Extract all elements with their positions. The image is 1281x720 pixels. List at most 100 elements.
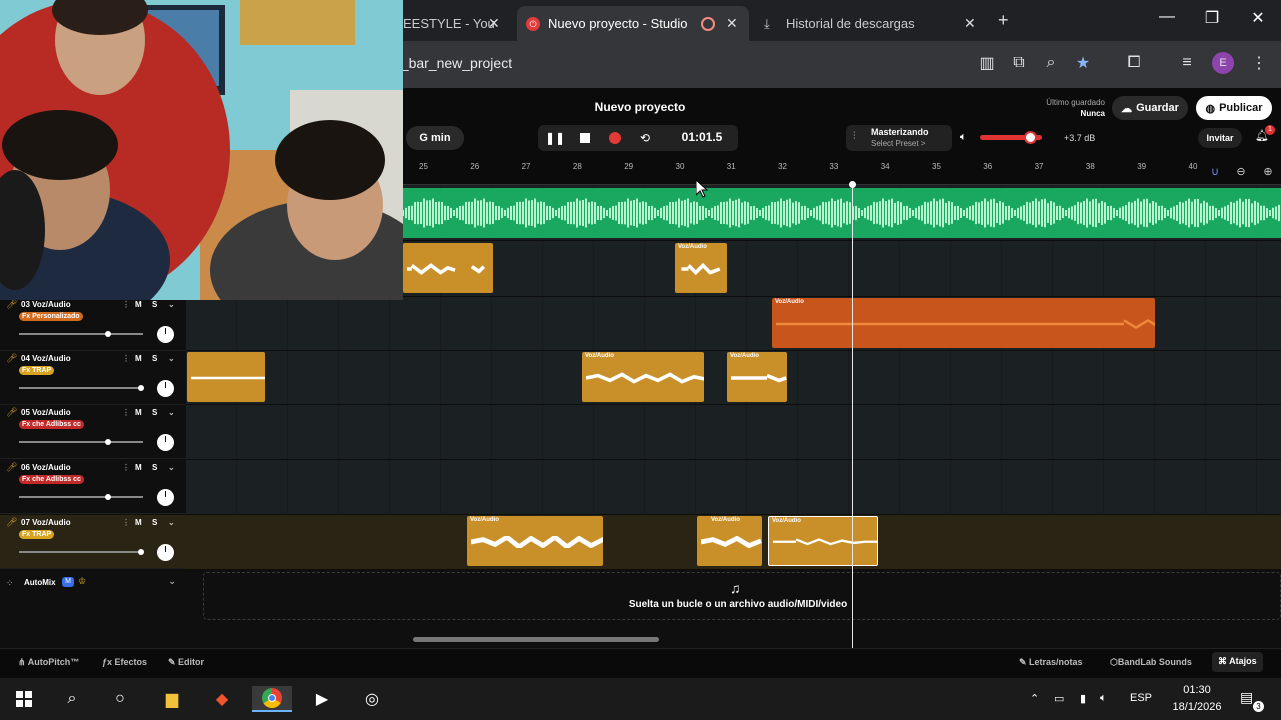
extensions-icon[interactable]: ⧠	[1123, 52, 1145, 74]
track-lane-06[interactable]	[186, 460, 1281, 515]
zoom-out-icon[interactable]: ⊖	[1233, 165, 1249, 181]
network-icon[interactable]: ▭	[1054, 692, 1064, 705]
fx-preset-badge[interactable]: Fx Personalizado	[19, 312, 83, 321]
track-header[interactable]: 🎤︎ 06 Voz/Audio ⋮ M S ⌄ Fx che Adlibss cc	[0, 460, 186, 514]
magnet-icon[interactable]: ∪	[1207, 165, 1223, 181]
track-header[interactable]: 🎤︎ 03 Voz/Audio ⋮ M S ⌄ Fx Personalizado	[0, 297, 186, 351]
lyrics-button[interactable]: ✎ Letras/notas	[1019, 657, 1083, 668]
selected-audio-clip[interactable]: Voz/Audio	[768, 516, 878, 566]
chevron-down-icon[interactable]: ⌄	[168, 518, 175, 527]
cast-icon[interactable]: ⧉	[1008, 52, 1030, 74]
chevron-up-icon[interactable]: ⌃	[1030, 692, 1039, 705]
track-volume-handle[interactable]	[105, 494, 111, 500]
shortcuts-button[interactable]: ⌘ Atajos	[1212, 652, 1263, 672]
track-volume-handle[interactable]	[138, 549, 144, 555]
chevron-down-icon[interactable]: ⌄	[168, 408, 175, 417]
loop-icon[interactable]: ⟲	[637, 130, 653, 146]
profile-avatar[interactable]: E	[1212, 52, 1234, 74]
audio-clip[interactable]: Voz/Audio	[772, 298, 1155, 348]
track-header[interactable]: 🎤︎ 05 Voz/Audio ⋮ M S ⌄ Fx che Adlibss cc	[0, 405, 186, 459]
record-icon[interactable]	[607, 130, 623, 146]
chevron-down-icon[interactable]: ⌄	[168, 354, 175, 363]
language-indicator[interactable]: ESP	[1130, 692, 1152, 704]
save-button[interactable]: ☁ Guardar	[1112, 96, 1188, 120]
track-header[interactable]: 🎤︎ 04 Voz/Audio ⋮ M S ⌄ Fx TRAP	[0, 351, 186, 405]
audio-clip[interactable]: Voz/Audio	[697, 516, 762, 566]
master-volume-handle[interactable]	[1024, 131, 1037, 144]
address-bar[interactable]: p_bar_new_project	[393, 48, 953, 78]
mute-button[interactable]: M	[135, 518, 142, 527]
track-volume-handle[interactable]	[105, 439, 111, 445]
fx-preset-badge[interactable]: Fx che Adlibss cc	[19, 420, 84, 429]
solo-button[interactable]: S	[152, 408, 157, 417]
track-volume-handle[interactable]	[138, 385, 144, 391]
playhead-handle[interactable]	[849, 181, 856, 188]
audio-clip[interactable]	[187, 352, 265, 402]
drop-zone[interactable]	[203, 572, 1281, 620]
audio-clip[interactable]: Voz/Audio	[467, 516, 603, 566]
volume-icon[interactable]: 🔈︎	[1100, 692, 1107, 705]
playhead[interactable]	[852, 182, 853, 648]
solo-button[interactable]: S	[152, 300, 157, 309]
mute-button[interactable]: M	[135, 354, 142, 363]
invite-button[interactable]: Invitar	[1198, 128, 1242, 148]
editor-button[interactable]: ✎ Editor	[168, 657, 204, 668]
pause-icon[interactable]: ❚❚	[545, 130, 565, 146]
battery-icon[interactable]: ▮	[1080, 692, 1086, 705]
windows-start-icon[interactable]	[10, 686, 38, 712]
automix-label[interactable]: AutoMix	[24, 578, 56, 587]
audio-clip[interactable]: Voz/Audio	[582, 352, 704, 402]
pan-knob[interactable]	[157, 326, 174, 343]
more-options-icon[interactable]: ⋮	[122, 408, 130, 417]
new-tab-icon[interactable]: +	[998, 10, 1009, 31]
pan-knob[interactable]	[157, 434, 174, 451]
timeline-ruler[interactable]	[403, 159, 1281, 185]
project-title[interactable]: Nuevo proyecto	[560, 100, 720, 114]
window-close-icon[interactable]: ✕	[1243, 8, 1273, 32]
speaker-icon[interactable]: 🔈︎	[960, 131, 967, 144]
chevron-down-icon[interactable]: ⌄	[168, 300, 175, 309]
mute-button[interactable]: M	[135, 300, 142, 309]
bandlab-sounds-button[interactable]: ⬡BandLab Sounds	[1110, 657, 1192, 668]
track-lane-05[interactable]	[186, 405, 1281, 460]
pan-knob[interactable]	[157, 489, 174, 506]
horizontal-scrollbar[interactable]	[413, 637, 659, 642]
search-icon[interactable]: ⌕	[58, 686, 86, 712]
stop-icon[interactable]	[577, 130, 593, 146]
tab-downloads[interactable]: ⤓ Historial de descargas ✕	[755, 6, 987, 41]
audio-clip[interactable]	[403, 243, 493, 293]
chevron-down-icon[interactable]: ⌄	[168, 463, 175, 472]
solo-button[interactable]: S	[152, 518, 157, 527]
chevron-down-icon[interactable]: ⌄	[168, 576, 176, 587]
track-name[interactable]: 05 Voz/Audio	[21, 408, 71, 417]
close-icon[interactable]: ✕	[964, 15, 976, 32]
media-controls-icon[interactable]: ≡	[1176, 52, 1198, 74]
track-name[interactable]: 04 Voz/Audio	[21, 354, 71, 363]
notification-center-icon[interactable]: ▤	[1240, 689, 1253, 706]
track-name[interactable]: 06 Voz/Audio	[21, 463, 71, 472]
brave-browser-icon[interactable]: ◆	[208, 686, 236, 712]
track-volume-slider[interactable]	[19, 441, 143, 443]
mute-button[interactable]: M	[135, 463, 142, 472]
close-icon[interactable]: ✕	[726, 15, 738, 32]
tab-studio[interactable]: ⏻ Nuevo proyecto - Studio ✕	[517, 6, 749, 41]
effects-button[interactable]: ƒx Efectos	[102, 657, 147, 667]
track-volume-slider[interactable]	[19, 387, 143, 389]
more-options-icon[interactable]: ⋮	[122, 300, 130, 309]
pan-knob[interactable]	[157, 380, 174, 397]
clock-time[interactable]: 01:30	[1172, 684, 1222, 696]
zoom-icon[interactable]: ⌕	[1040, 52, 1062, 74]
more-options-icon[interactable]: ⋮	[122, 463, 130, 472]
file-explorer-icon[interactable]: ▆	[158, 686, 186, 712]
publish-button[interactable]: ◍ Publicar	[1196, 96, 1272, 120]
track-volume-handle[interactable]	[105, 331, 111, 337]
more-options-icon[interactable]: ⋮	[122, 354, 130, 363]
track-volume-slider[interactable]	[19, 551, 143, 553]
tab-youtube[interactable]: EESTYLE - You ✕	[403, 6, 515, 41]
audio-clip[interactable]: Voz/Audio	[675, 243, 727, 293]
solo-button[interactable]: S	[152, 463, 157, 472]
task-view-icon[interactable]: ○	[106, 686, 134, 712]
fx-preset-badge[interactable]: Fx che Adlibss cc	[19, 475, 84, 484]
restore-icon[interactable]: ❐	[1197, 8, 1227, 32]
track-name[interactable]: 07 Voz/Audio	[21, 518, 71, 527]
